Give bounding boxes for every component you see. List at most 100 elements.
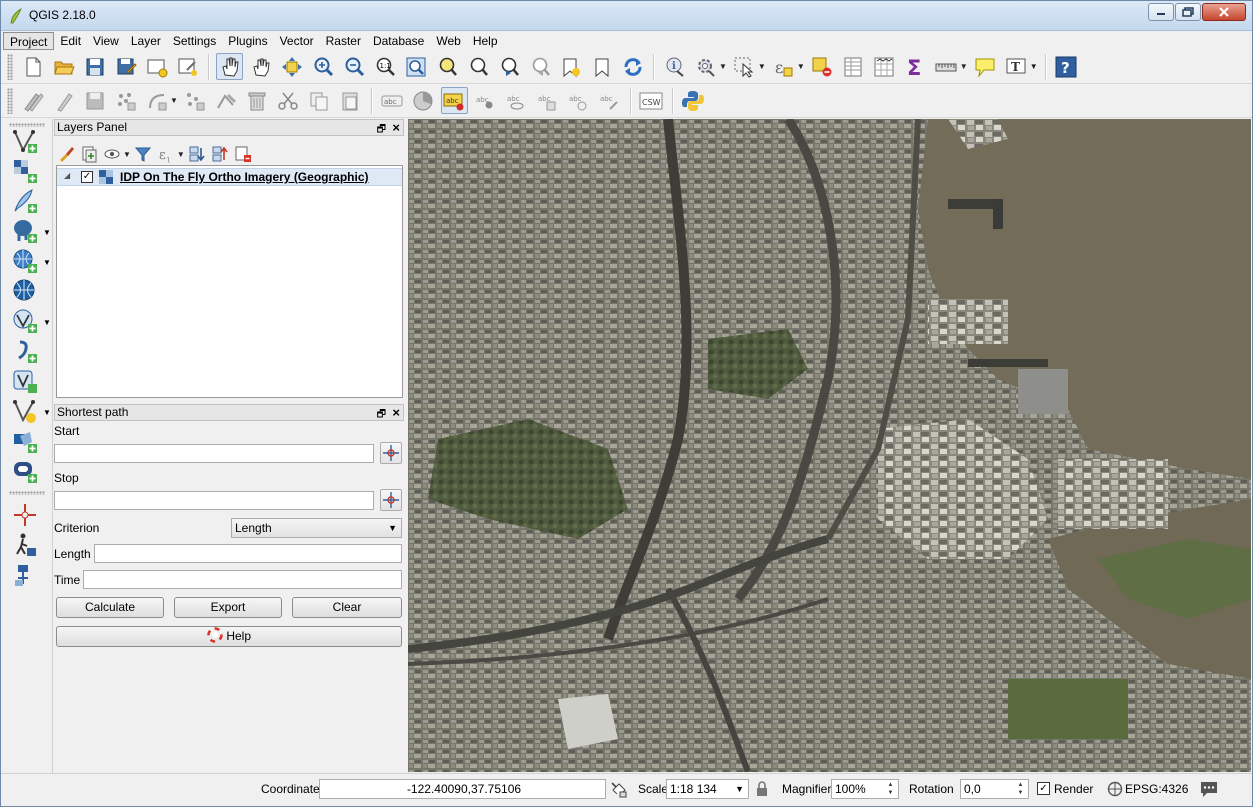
crs-globe-icon[interactable] [1107,781,1123,797]
dropdown-arrow-icon[interactable]: ▼ [960,62,968,71]
render-checkbox[interactable]: ✓ [1037,782,1050,795]
menu-raster[interactable]: Raster [320,32,367,50]
add-postgis-layer-button[interactable] [11,217,39,245]
menu-settings[interactable]: Settings [167,32,222,50]
run-feature-action-button[interactable] [692,53,719,80]
add-delimited-text-layer-button[interactable] [11,337,39,365]
change-label-button[interactable]: abc [596,87,623,114]
statistical-summary-button[interactable]: Σ [902,53,929,80]
export-button[interactable]: Export [174,597,282,618]
add-wcs-layer-button[interactable] [11,277,39,305]
collapse-all-button[interactable] [210,144,230,164]
maximize-button[interactable] [1175,3,1201,21]
messages-icon[interactable] [1199,780,1219,798]
dropdown-arrow-icon[interactable]: ▼ [170,96,178,105]
layer-diagram-options-button[interactable] [410,87,437,114]
manage-visibility-button[interactable] [102,144,122,164]
dropdown-arrow-icon[interactable]: ▼ [43,318,51,327]
filter-legend-button[interactable] [133,144,153,164]
magnifier-spinbox[interactable]: 100% ▲ ▼ [831,779,899,799]
refresh-button[interactable] [619,53,646,80]
georeferencer-button[interactable] [11,561,39,589]
map-canvas[interactable] [408,119,1251,772]
coordinate-capture-button[interactable] [11,501,39,529]
stop-point-input[interactable] [54,491,374,510]
pan-to-selection-button[interactable] [247,53,274,80]
menu-layer[interactable]: Layer [125,32,167,50]
menu-edit[interactable]: Edit [54,32,87,50]
move-label-button[interactable]: abc [534,87,561,114]
save-layer-edits-button[interactable] [81,87,108,114]
lock-scale-icon[interactable] [755,780,769,798]
menu-web[interactable]: Web [430,32,466,50]
add-wfs-layer-button[interactable] [11,307,39,335]
add-circular-string-button[interactable] [143,87,170,114]
toolbar-grip[interactable] [7,53,13,80]
rotation-spinbox[interactable]: 0,0 ▲ ▼ [960,779,1029,799]
add-wms-layer-button[interactable] [11,247,39,275]
toggle-editing-button[interactable] [50,87,77,114]
filter-by-expression-button[interactable]: εʅ [156,144,176,164]
current-edits-button[interactable] [19,87,46,114]
rotate-label-button[interactable]: abc [565,87,592,114]
dropdown-arrow-icon[interactable]: ▼ [758,62,766,71]
add-raster-layer-button[interactable] [11,157,39,185]
zoom-to-layer-button[interactable] [464,53,491,80]
calculate-button[interactable]: Calculate [56,597,164,618]
menu-view[interactable]: View [87,32,125,50]
add-vector-layer-button[interactable] [11,127,39,155]
measure-line-button[interactable] [933,53,960,80]
zoom-next-button[interactable] [526,53,553,80]
remove-layer-button[interactable] [233,144,253,164]
help-contents-button[interactable]: ? [1053,53,1080,80]
composer-manager-button[interactable] [174,53,201,80]
open-project-button[interactable] [50,53,77,80]
zoom-last-button[interactable] [495,53,522,80]
crs-label[interactable]: EPSG:4326 [1125,782,1188,796]
style-manager-button[interactable] [56,144,76,164]
zoom-out-button[interactable] [340,53,367,80]
menu-database[interactable]: Database [367,32,430,50]
zoom-full-button[interactable] [402,53,429,80]
select-features-button[interactable] [731,53,758,80]
float-panel-icon[interactable]: 🗗 [377,122,386,137]
layer-labeling-options-button[interactable]: abc [379,87,406,114]
minimize-button[interactable] [1148,3,1174,21]
open-attribute-table-button[interactable] [840,53,867,80]
identify-features-button[interactable]: i [661,53,688,80]
layer-row[interactable]: ◢ ✓ IDP On The Fly Ortho Imagery (Geogra… [57,168,402,186]
float-panel-icon[interactable]: 🗗 [377,407,386,422]
move-feature-button[interactable] [182,87,209,114]
save-as-button[interactable] [112,53,139,80]
start-point-input[interactable] [54,444,374,463]
layer-visibility-checkbox[interactable]: ✓ [81,171,93,183]
deselect-features-button[interactable] [809,53,836,80]
time-output[interactable] [83,570,402,589]
toolbar-grip[interactable] [7,87,13,114]
menu-project[interactable]: Project [3,31,55,50]
clear-button[interactable]: Clear [292,597,402,618]
paste-features-button[interactable] [337,87,364,114]
dropdown-arrow-icon[interactable]: ▼ [1030,62,1038,71]
add-virtual-layer-button[interactable] [11,367,39,395]
text-annotation-button[interactable]: T [1003,53,1030,80]
add-oracle-layer-button[interactable] [11,457,39,485]
scale-combobox[interactable]: 1:18 134 ▼ [666,779,749,799]
spin-arrows-icon[interactable]: ▲ ▼ [1014,781,1027,797]
show-hide-labels-button[interactable]: abc [503,87,530,114]
pin-unpin-labels-button[interactable]: abc [472,87,499,114]
dropdown-arrow-icon[interactable]: ▼ [797,62,805,71]
toggle-extents-icon[interactable] [609,780,629,800]
help-button[interactable]: Help [56,626,402,647]
node-tool-button[interactable] [213,87,240,114]
cut-features-button[interactable] [275,87,302,114]
coordinate-field[interactable]: -122.40090,37.75106 [319,779,606,799]
road-graph-button[interactable] [11,531,39,559]
close-window-button[interactable] [1202,3,1246,21]
pick-start-point-button[interactable] [380,442,402,464]
toolbar-grip[interactable] [9,491,45,495]
new-print-composer-button[interactable] [143,53,170,80]
new-map-view-button[interactable] [557,53,584,80]
dropdown-arrow-icon[interactable]: ▼ [43,228,51,237]
close-panel-icon[interactable]: × [392,405,400,420]
